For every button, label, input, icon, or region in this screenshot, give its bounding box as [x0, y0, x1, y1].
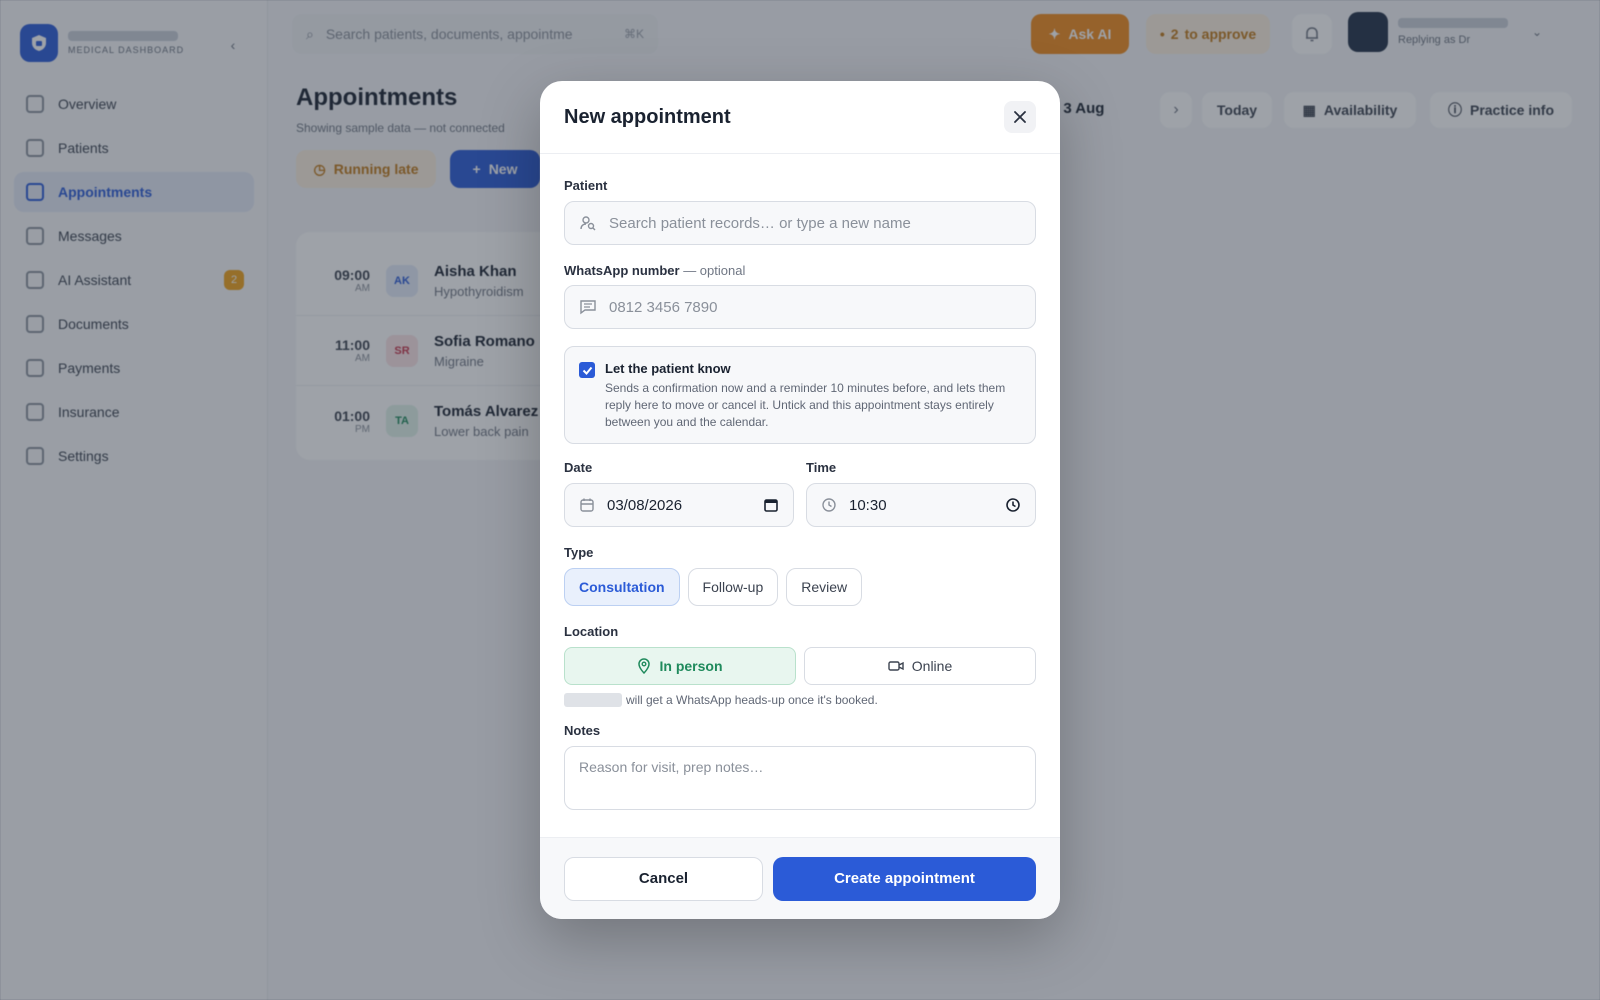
video-icon: [888, 661, 904, 671]
notify-patient-option: Let the patient know Sends a confirmatio…: [564, 346, 1036, 444]
date-label: Date: [564, 460, 593, 475]
user-search-icon: [580, 216, 596, 231]
time-label: Time: [806, 460, 837, 475]
calendar-picker-icon[interactable]: [763, 497, 779, 513]
whatsapp-label: WhatsApp number — optional: [564, 263, 746, 278]
close-button[interactable]: [1004, 101, 1036, 133]
calendar-icon: [580, 498, 594, 512]
patient-search-input[interactable]: Search patient records… or type a new na…: [564, 201, 1036, 245]
time-picker-icon[interactable]: [1005, 497, 1021, 513]
close-icon: [1014, 111, 1026, 123]
notify-description: Sends a confirmation now and a reminder …: [605, 381, 1006, 429]
date-input[interactable]: 03/08/2026: [564, 483, 794, 527]
type-option-follow-up[interactable]: Follow-up: [687, 568, 779, 606]
notify-title: Let the patient know: [605, 361, 731, 376]
map-pin-icon: [638, 658, 651, 674]
message-icon: [580, 300, 596, 315]
new-appointment-dialog: New appointment Patient Search patient r…: [540, 81, 1060, 919]
location-selector: In person Online: [564, 647, 1036, 685]
location-note: will get a WhatsApp heads-up once it's b…: [564, 693, 1036, 707]
type-label: Type: [564, 545, 594, 560]
cancel-button[interactable]: Cancel: [564, 856, 763, 901]
dialog-header: New appointment: [540, 81, 1060, 154]
time-input[interactable]: 10:30: [806, 483, 1036, 527]
type-option-review[interactable]: Review: [786, 568, 863, 606]
type-selector: Consultation Follow-up Review: [564, 568, 1036, 606]
patient-name-redacted: [564, 693, 622, 707]
whatsapp-number-input[interactable]: 0812 3456 7890: [564, 285, 1036, 329]
patient-label: Patient: [564, 178, 608, 193]
type-option-consultation[interactable]: Consultation: [564, 568, 680, 606]
clock-icon: [822, 498, 836, 512]
check-icon: [582, 366, 592, 375]
notify-patient-checkbox[interactable]: [579, 362, 595, 378]
notes-label: Notes: [564, 723, 601, 738]
dialog-title: New appointment: [564, 105, 731, 128]
location-in-person-button[interactable]: In person: [564, 647, 796, 685]
dialog-footer: Cancel Create appointment: [540, 837, 1060, 919]
location-label: Location: [564, 624, 619, 639]
create-appointment-button[interactable]: Create appointment: [773, 856, 1036, 901]
notes-textarea[interactable]: Reason for visit, prep notes…: [564, 746, 1036, 810]
location-online-button[interactable]: Online: [804, 647, 1036, 685]
